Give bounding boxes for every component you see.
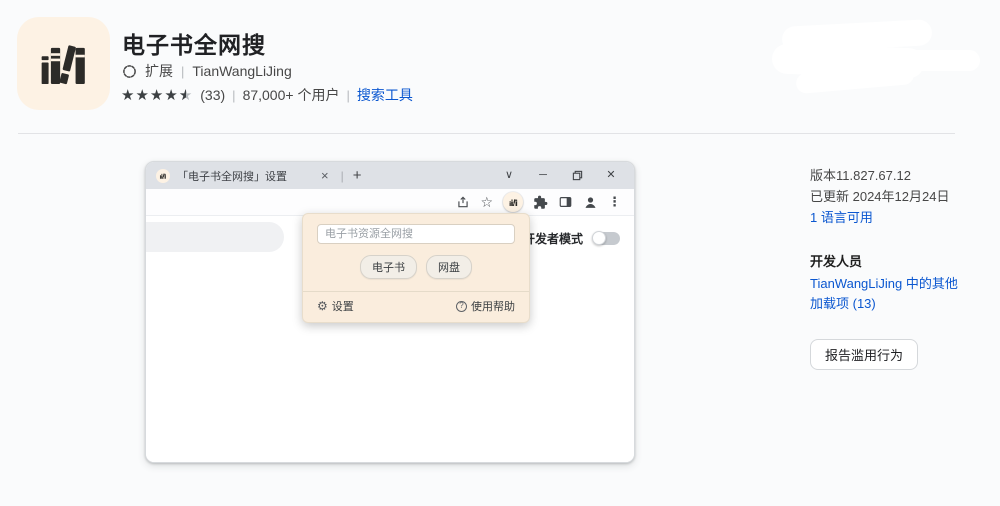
developer-mode-label: 开发者模式 — [523, 232, 584, 246]
profile-avatar-icon[interactable] — [583, 195, 598, 210]
developer-name[interactable]: TianWangLiJing — [192, 63, 291, 79]
tab-close-icon[interactable]: × — [321, 169, 329, 182]
meta-separator: | — [232, 87, 236, 103]
restore-icon — [572, 170, 582, 180]
redaction-scribble — [902, 50, 980, 71]
category-link[interactable]: 搜索工具 — [357, 85, 413, 105]
popup-footer: ⚙ 设置 ? 使用帮助 — [317, 292, 515, 322]
help-button[interactable]: ? 使用帮助 — [456, 298, 515, 314]
extension-logo — [17, 17, 110, 110]
ebook-search-input[interactable] — [317, 224, 515, 244]
ebook-filter-button[interactable]: 电子书 — [360, 255, 417, 279]
gear-icon: ⚙ — [317, 299, 328, 313]
extensions-puzzle-icon[interactable] — [533, 195, 548, 210]
star-icon: ★ — [121, 87, 136, 104]
screenshot-browser-window: 「电子书全网搜」设置 × | + ∨ ─ ✕ ☆ ⋮ 开发者模式 电子书资源全网… — [145, 161, 635, 463]
report-abuse-button[interactable]: 报告滥用行为 — [810, 339, 919, 370]
page-title: 电子书全网搜 — [122, 32, 266, 58]
netdisk-filter-button[interactable]: 网盘 — [426, 255, 472, 279]
extension-badge-icon — [123, 64, 136, 78]
blurred-search-box — [146, 222, 284, 252]
languages-link[interactable]: 1 语言可用 — [810, 210, 873, 225]
star-icon: ★ — [135, 87, 150, 104]
menu-dots-icon[interactable]: ⋮ — [608, 194, 621, 210]
developer-heading: 开发人员 — [810, 254, 863, 269]
developer-mode-control: 开发者模式 — [523, 230, 621, 247]
header-divider — [18, 133, 955, 134]
restore-button[interactable] — [560, 162, 594, 189]
toggle-knob — [592, 231, 607, 245]
popup-filter-buttons: 电子书 网盘 — [317, 255, 515, 279]
books-icon — [27, 27, 101, 101]
rating-row: ★ ★ ★ ★ ★ ★ (33) | 87,000+ 个用户 | 搜索工具 — [121, 85, 413, 105]
bookmark-star-icon[interactable]: ☆ — [480, 194, 493, 211]
browser-toolbar: ☆ ⋮ — [146, 189, 634, 216]
version-text: 版本11.827.67.12 — [810, 168, 911, 183]
side-panel-icon[interactable] — [558, 195, 573, 209]
extension-toolbar-icon[interactable] — [503, 192, 523, 212]
updated-text: 已更新 2024年12月24日 — [810, 189, 950, 204]
extension-type-label: 扩展 — [145, 63, 173, 79]
developer-other-items-link[interactable]: TianWangLiJing 中的其他加载项 (13) — [810, 274, 962, 314]
settings-button[interactable]: ⚙ 设置 — [317, 298, 354, 314]
extension-popup: 电子书 网盘 ⚙ 设置 ? 使用帮助 — [302, 213, 530, 323]
help-icon: ? — [456, 300, 467, 312]
meta-separator: | — [346, 87, 350, 103]
tab-title[interactable]: 「电子书全网搜」设置 — [177, 168, 287, 184]
window-chevron-icon[interactable]: ∨ — [492, 162, 526, 189]
half-star-icon: ★ ★ — [178, 87, 194, 104]
books-icon — [158, 171, 168, 181]
star-rating[interactable]: ★ ★ ★ ★ ★ ★ — [121, 86, 193, 104]
new-tab-button[interactable]: + — [353, 168, 362, 183]
info-panel: 版本11.827.67.12 已更新 2024年12月24日 1 语言可用 开发… — [810, 165, 970, 370]
books-icon — [507, 196, 520, 209]
settings-label: 设置 — [331, 301, 354, 313]
help-label: 使用帮助 — [471, 301, 515, 313]
developer-mode-toggle[interactable] — [592, 231, 621, 245]
tab-favicon — [156, 168, 170, 183]
extension-meta-row: 扩展 | TianWangLiJing — [122, 61, 292, 81]
star-icon: ★ — [149, 87, 165, 104]
rating-count[interactable]: (33) — [200, 87, 225, 103]
window-controls: ∨ ─ ✕ — [492, 162, 628, 189]
user-count: 87,000+ 个用户 — [242, 87, 340, 103]
meta-separator: | — [181, 63, 185, 79]
star-icon: ★ — [164, 87, 179, 104]
close-window-button[interactable]: ✕ — [594, 162, 628, 189]
tab-separator: | — [340, 168, 344, 183]
chrome-webstore-page: 电子书全网搜 扩展 | TianWangLiJing ★ ★ ★ ★ ★ ★ (… — [0, 0, 1000, 506]
tab-bar: 「电子书全网搜」设置 × | + ∨ ─ ✕ — [146, 162, 634, 189]
share-icon[interactable] — [456, 195, 470, 209]
minimize-button[interactable]: ─ — [526, 162, 560, 189]
